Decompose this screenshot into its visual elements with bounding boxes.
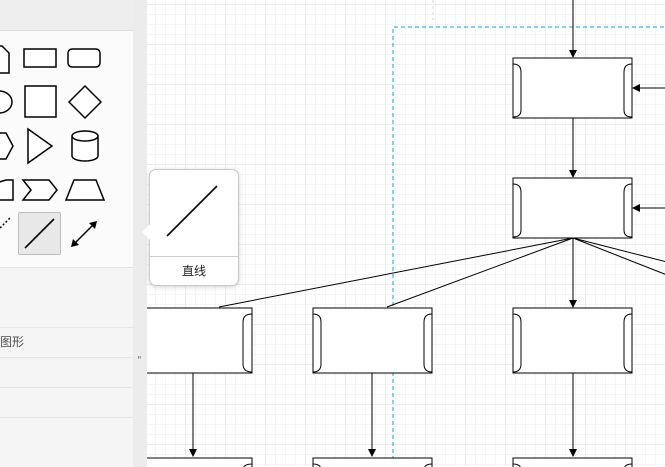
category-components[interactable]: 件 bbox=[0, 387, 133, 418]
dotted-line-shape-icon[interactable] bbox=[0, 217, 11, 229]
line-icon bbox=[24, 218, 55, 249]
sidebar: 础图形 志 件 bbox=[0, 0, 133, 467]
tooltip-divider bbox=[150, 256, 238, 257]
arrowhead bbox=[189, 449, 197, 457]
connector-fan-right-2 bbox=[572, 237, 665, 275]
category-misc[interactable]: 志 bbox=[0, 357, 133, 387]
process-box[interactable] bbox=[512, 457, 633, 467]
process-box[interactable] bbox=[147, 307, 253, 374]
rectangle-shape-icon[interactable] bbox=[23, 48, 57, 68]
note-shape-icon[interactable] bbox=[0, 45, 10, 74]
connector-fan-right-1 bbox=[572, 237, 665, 263]
arrowhead bbox=[632, 84, 640, 92]
arrowhead bbox=[569, 449, 577, 457]
resize-grip-icon: " bbox=[137, 355, 142, 366]
arrowhead bbox=[569, 170, 577, 178]
tooltip-label: 直线 bbox=[181, 264, 206, 278]
ellipse-shape-icon[interactable] bbox=[0, 90, 13, 114]
step-shape-icon[interactable] bbox=[21, 179, 58, 201]
diamond-shape-icon[interactable] bbox=[67, 84, 103, 120]
triangle-shape-icon[interactable] bbox=[27, 127, 54, 165]
trapezoid-shape-icon[interactable] bbox=[64, 179, 106, 201]
rounded-rectangle-shape-icon[interactable] bbox=[67, 48, 101, 68]
tooltip-arrow bbox=[142, 224, 150, 240]
cylinder-shape-icon[interactable] bbox=[71, 130, 99, 162]
card-shape-icon[interactable] bbox=[0, 179, 14, 201]
category-label: 础图形 bbox=[0, 335, 25, 349]
process-box[interactable] bbox=[512, 307, 633, 374]
arrowhead bbox=[569, 300, 577, 308]
process-box[interactable] bbox=[512, 177, 633, 239]
process-box[interactable] bbox=[312, 307, 433, 374]
line-preview-icon bbox=[166, 185, 218, 237]
arrowhead bbox=[368, 449, 376, 457]
process-box[interactable] bbox=[312, 457, 433, 467]
shape-preview-tooltip: 直线 bbox=[142, 169, 239, 286]
arrowhead bbox=[632, 204, 640, 212]
category-basic-shapes[interactable]: 础图形 bbox=[0, 327, 133, 357]
square-shape-icon[interactable] bbox=[24, 85, 57, 118]
hexagon-shape-icon[interactable] bbox=[0, 132, 14, 160]
connector-fan-left bbox=[218, 237, 574, 308]
arrowhead bbox=[569, 50, 577, 58]
process-box[interactable] bbox=[147, 457, 253, 467]
connector-fan-mid bbox=[386, 237, 574, 308]
process-box[interactable] bbox=[512, 57, 633, 119]
line-shape-tile[interactable] bbox=[18, 212, 61, 255]
category-list: 础图形 志 件 bbox=[0, 327, 133, 418]
